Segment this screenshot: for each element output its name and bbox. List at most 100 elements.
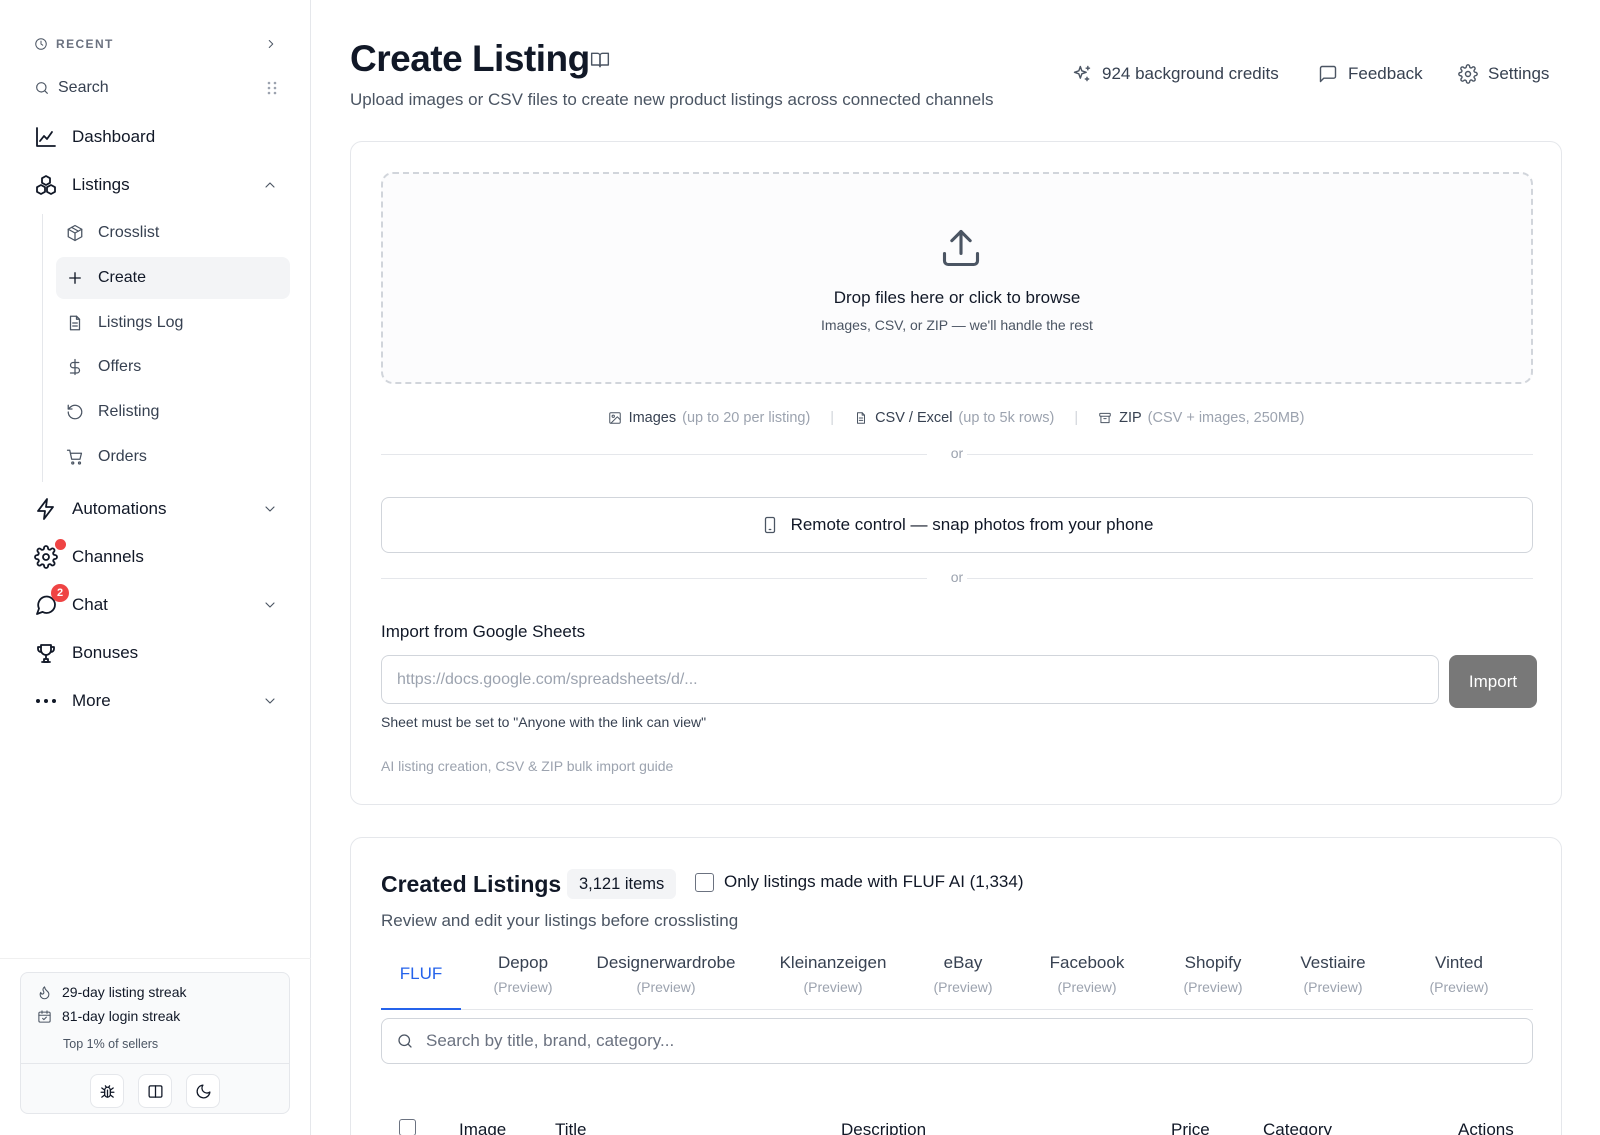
column-header-description[interactable]: Description [841, 1120, 926, 1135]
tab-ebay[interactable]: eBay (Preview) [925, 948, 1001, 1010]
sidebar-item-dashboard[interactable]: Dashboard [34, 120, 278, 154]
tab-sublabel: (Preview) [636, 979, 696, 995]
notification-dot [55, 539, 66, 550]
archive-icon [1098, 411, 1112, 425]
book-open-icon[interactable] [590, 50, 610, 70]
divider-line [967, 578, 1533, 579]
chevron-down-icon[interactable] [262, 501, 278, 517]
sidebar-item-automations[interactable]: Automations [34, 492, 278, 526]
tab-kleinanzeigen[interactable]: Kleinanzeigen (Preview) [771, 948, 895, 1010]
format-separator: | [1074, 410, 1079, 426]
chevron-down-icon[interactable] [262, 693, 278, 709]
sidebar-subitem-label: Offers [98, 358, 142, 375]
chat-unread-badge: 2 [51, 584, 69, 602]
or-divider: or [381, 445, 1533, 465]
sparkles-icon [1072, 64, 1092, 84]
import-button[interactable]: Import [1449, 655, 1537, 708]
search-label: Search [58, 79, 109, 96]
bug-icon [99, 1083, 116, 1100]
chevron-right-icon[interactable] [264, 37, 278, 51]
chevron-up-icon[interactable] [262, 177, 278, 193]
toggle-panel-button[interactable] [138, 1074, 172, 1108]
tab-label: Vinted [1435, 953, 1483, 972]
format-csv: CSV / Excel (up to 5k rows) [854, 410, 1054, 426]
dark-mode-button[interactable] [186, 1074, 220, 1108]
background-credits[interactable]: 924 background credits [1072, 64, 1279, 84]
or-text: or [950, 569, 964, 585]
google-sheets-label: Import from Google Sheets [381, 622, 586, 641]
remote-control-button[interactable]: Remote control — snap photos from your p… [381, 497, 1533, 553]
feedback-button[interactable]: Feedback [1318, 64, 1423, 84]
tab-depop[interactable]: Depop (Preview) [477, 948, 569, 1010]
or-text: or [950, 445, 964, 461]
remote-control-label: Remote control — snap photos from your p… [790, 515, 1154, 534]
google-sheets-url-input[interactable] [381, 655, 1439, 704]
created-listings-subtitle: Review and edit your listings before cro… [381, 911, 739, 930]
listings-search-input[interactable] [426, 1031, 1506, 1051]
column-header-actions[interactable]: Actions [1458, 1120, 1514, 1135]
sidebar-item-channels[interactable]: Channels [34, 539, 278, 574]
tab-label: Kleinanzeigen [779, 953, 887, 972]
sidebar-subitem-orders[interactable]: Orders [56, 436, 290, 478]
sidebar-item-label: Chat [72, 595, 108, 614]
fluf-ai-filter-checkbox[interactable] [695, 872, 714, 892]
sidebar-subitem-listings-log[interactable]: Listings Log [56, 302, 290, 344]
column-header-image[interactable]: Image [459, 1120, 506, 1135]
tab-designerwardrobe[interactable]: Designerwardrobe (Preview) [591, 948, 741, 1010]
listings-search[interactable] [381, 1018, 1533, 1064]
chevron-down-icon[interactable] [262, 597, 278, 613]
import-guide-link[interactable]: AI listing creation, CSV & ZIP bulk impo… [381, 758, 673, 774]
tab-vinted[interactable]: Vinted (Preview) [1419, 948, 1499, 1010]
dropzone-title: Drop files here or click to browse [833, 288, 1081, 307]
tab-label: eBay [943, 953, 983, 972]
column-header-category[interactable]: Category [1263, 1120, 1332, 1135]
column-header-title[interactable]: Title [555, 1120, 587, 1135]
settings-button[interactable]: Settings [1458, 64, 1549, 84]
login-streak: 81-day login streak [37, 1008, 180, 1024]
image-icon [608, 411, 622, 425]
moon-icon [195, 1083, 212, 1100]
flame-icon [37, 985, 52, 1000]
tab-shopify[interactable]: Shopify (Preview) [1173, 948, 1253, 1010]
tab-facebook[interactable]: Facebook (Preview) [1041, 948, 1133, 1010]
sidebar-subitem-offers[interactable]: Offers [56, 346, 290, 388]
supported-formats: Images (up to 20 per listing) | CSV / Ex… [351, 410, 1561, 426]
sidebar-item-label: Listings [72, 175, 130, 194]
calendar-icon [37, 1009, 52, 1024]
sidebar-item-bonuses[interactable]: Bonuses [34, 636, 278, 670]
sidebar-item-listings[interactable]: Listings [34, 168, 278, 202]
package-icon [66, 224, 84, 242]
sidebar-subitem-create[interactable]: Create [56, 257, 290, 299]
sidebar-search[interactable]: Search [34, 76, 278, 100]
file-dropzone[interactable]: Drop files here or click to browse Image… [381, 172, 1533, 384]
drag-handle-icon[interactable] [266, 80, 278, 96]
submenu-guide-line [42, 214, 43, 482]
plus-icon [66, 269, 84, 287]
created-listings-card: Created Listings 3,121 items Only listin… [350, 837, 1562, 1135]
tab-fluf[interactable]: FLUF [381, 948, 461, 1010]
column-header-price[interactable]: Price [1171, 1120, 1210, 1135]
sidebar-item-more[interactable]: More [34, 684, 278, 718]
tab-vestiaire[interactable]: Vestiaire (Preview) [1291, 948, 1375, 1010]
sidebar-subitem-crosslist[interactable]: Crosslist [56, 212, 290, 254]
tab-sublabel: (Preview) [493, 979, 553, 995]
sidebar-subitem-label: Create [98, 269, 147, 286]
shopping-cart-icon [66, 448, 84, 466]
fluf-ai-filter[interactable]: Only listings made with FLUF AI (1,334) [695, 872, 1024, 892]
page-title: Create Listing [350, 38, 590, 79]
smartphone-icon [761, 516, 779, 534]
select-all-checkbox[interactable] [399, 1119, 416, 1135]
sidebar-subitem-label: Orders [98, 448, 147, 465]
sidebar-item-label: Bonuses [72, 643, 139, 662]
login-streak-text: 81-day login streak [62, 1008, 181, 1024]
clock-icon [34, 37, 48, 51]
file-text-icon [66, 314, 84, 332]
recent-section[interactable]: RECENT [34, 34, 278, 54]
tab-label: Designerwardrobe [596, 953, 736, 972]
seller-rank: Top 1% of sellers [63, 1037, 159, 1051]
zap-icon [34, 497, 58, 521]
sidebar-subitem-relisting[interactable]: Relisting [56, 391, 290, 433]
bug-report-button[interactable] [90, 1074, 124, 1108]
sidebar-item-chat[interactable]: 2 Chat [34, 584, 278, 622]
line-chart-icon [34, 125, 58, 149]
